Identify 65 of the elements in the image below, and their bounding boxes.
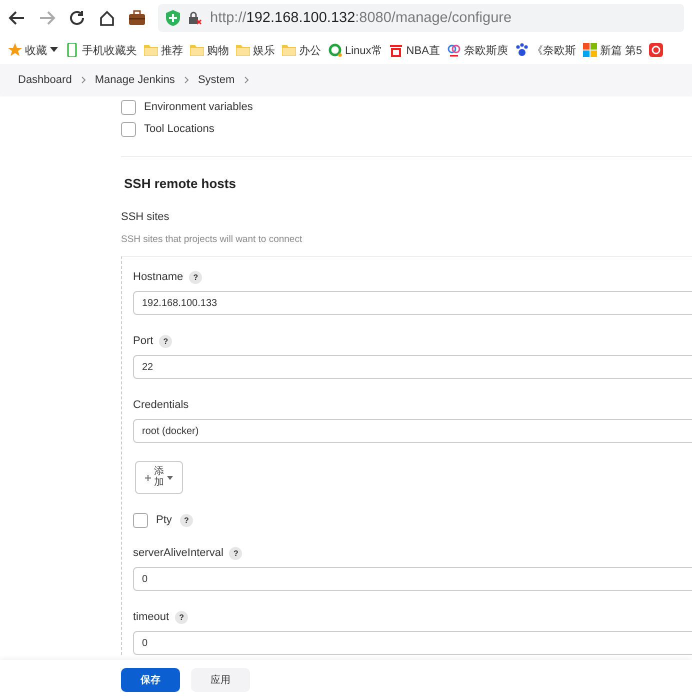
help-icon[interactable]: ? — [229, 546, 242, 560]
field-label: Port — [133, 335, 154, 347]
bookmark-link[interactable]: 购物 — [207, 42, 229, 58]
ring-icon — [328, 43, 342, 57]
option-label: Environment variables — [144, 101, 253, 113]
help-icon[interactable]: ? — [180, 514, 193, 526]
field-description: SSH sites that projects will want to connect — [121, 234, 304, 245]
input-field[interactable]: 0 — [133, 567, 692, 591]
plus-icon — [145, 474, 151, 480]
tiles-icon — [582, 43, 597, 57]
input-field[interactable]: 22 — [133, 355, 692, 379]
paw-icon — [514, 43, 529, 57]
phone-icon — [65, 43, 79, 57]
chevron-icon — [244, 76, 249, 84]
folder-icon — [190, 43, 204, 57]
input-field[interactable]: 0 — [133, 631, 692, 655]
add-button[interactable]: 添加 — [135, 461, 183, 494]
rings-icon — [446, 43, 461, 57]
caret-icon — [167, 476, 173, 480]
folder-icon — [236, 43, 250, 57]
save-button[interactable]: 保存 — [121, 668, 180, 692]
breadcrumb-link[interactable]: System — [198, 74, 235, 86]
breadcrumb-link[interactable]: Manage Jenkins — [94, 74, 175, 86]
bookmark-link[interactable]: 推荐 — [161, 42, 183, 58]
section-title: SSH remote hosts — [124, 176, 237, 191]
field-label: Hostname — [133, 271, 184, 283]
bookmark-link[interactable]: Linux常 — [345, 42, 382, 58]
help-icon[interactable]: ? — [175, 610, 188, 624]
input-field[interactable]: root (docker) — [133, 419, 692, 443]
chevron-icon — [184, 76, 189, 84]
input-field[interactable]: 192.168.100.133 — [133, 291, 692, 315]
logo-icon — [389, 43, 404, 57]
breadcrumb-link[interactable]: Dashboard — [18, 74, 72, 86]
checkbox-label: Pty — [156, 514, 172, 526]
briefcase-icon[interactable] — [128, 9, 146, 27]
star-icon — [8, 43, 22, 57]
lock-icon — [188, 11, 202, 25]
apply-button[interactable]: 应用 — [191, 668, 250, 692]
field-label: SSH sites — [121, 211, 170, 223]
checkbox[interactable] — [133, 512, 148, 528]
bookmark-link[interactable]: 奈欧斯庾 — [464, 42, 508, 58]
shield-icon — [166, 10, 180, 26]
option-label: Tool Locations — [144, 123, 214, 135]
bookmark-link[interactable]: 娱乐 — [253, 42, 275, 58]
checkbox[interactable] — [121, 122, 136, 136]
bookmark-link[interactable]: 新篇 第5 — [600, 42, 642, 58]
back-icon[interactable] — [8, 9, 26, 27]
dropdown-caret-icon — [50, 47, 58, 53]
home-icon[interactable] — [98, 9, 116, 27]
bookmark-link[interactable]: 办公 — [299, 42, 321, 58]
checkbox[interactable] — [121, 100, 136, 114]
help-icon[interactable]: ? — [159, 334, 172, 348]
field-label: serverAliveInterval — [133, 547, 224, 559]
bookmark-link[interactable]: 手机收藏夹 — [82, 42, 137, 58]
reload-icon[interactable] — [68, 9, 86, 27]
folder-icon — [282, 43, 296, 57]
chevron-icon — [80, 76, 86, 84]
help-icon[interactable]: ? — [189, 270, 202, 284]
folder-icon — [144, 43, 158, 57]
field-label: Credentials — [133, 399, 189, 411]
field-label: timeout — [133, 611, 170, 623]
bookmark-link[interactable]: 收藏 — [25, 42, 47, 58]
bookmark-link[interactable]: NBA直 — [406, 42, 440, 58]
bookmark-link[interactable]: 《奈欧斯 — [532, 42, 576, 58]
app-icon — [649, 43, 664, 57]
